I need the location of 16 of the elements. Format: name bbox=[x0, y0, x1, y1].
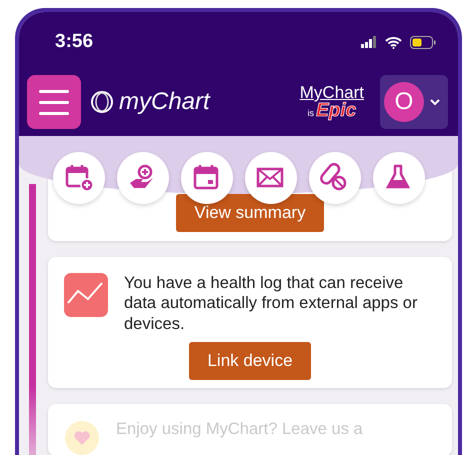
calendar-add-icon bbox=[64, 163, 94, 193]
wifi-icon bbox=[385, 36, 402, 48]
app-name: myChart bbox=[119, 87, 210, 117]
link-device-button[interactable]: Link device bbox=[189, 342, 311, 380]
account-button[interactable]: O bbox=[380, 75, 448, 129]
battery-icon bbox=[410, 36, 436, 48]
brand-epic-text: Epic bbox=[316, 100, 356, 121]
logo-icon bbox=[89, 89, 115, 115]
chevron-icon bbox=[430, 98, 440, 106]
brand-text: MyChart bbox=[300, 84, 364, 101]
signal-icon bbox=[361, 36, 377, 48]
menu-button[interactable] bbox=[27, 75, 81, 129]
status-time: 3:56 bbox=[55, 30, 94, 54]
health-log-text: You have a health log that can receive data automatically from external apps or devices. bbox=[124, 272, 418, 334]
health-log-icon bbox=[64, 272, 108, 316]
brand-is-text: is bbox=[308, 108, 314, 118]
